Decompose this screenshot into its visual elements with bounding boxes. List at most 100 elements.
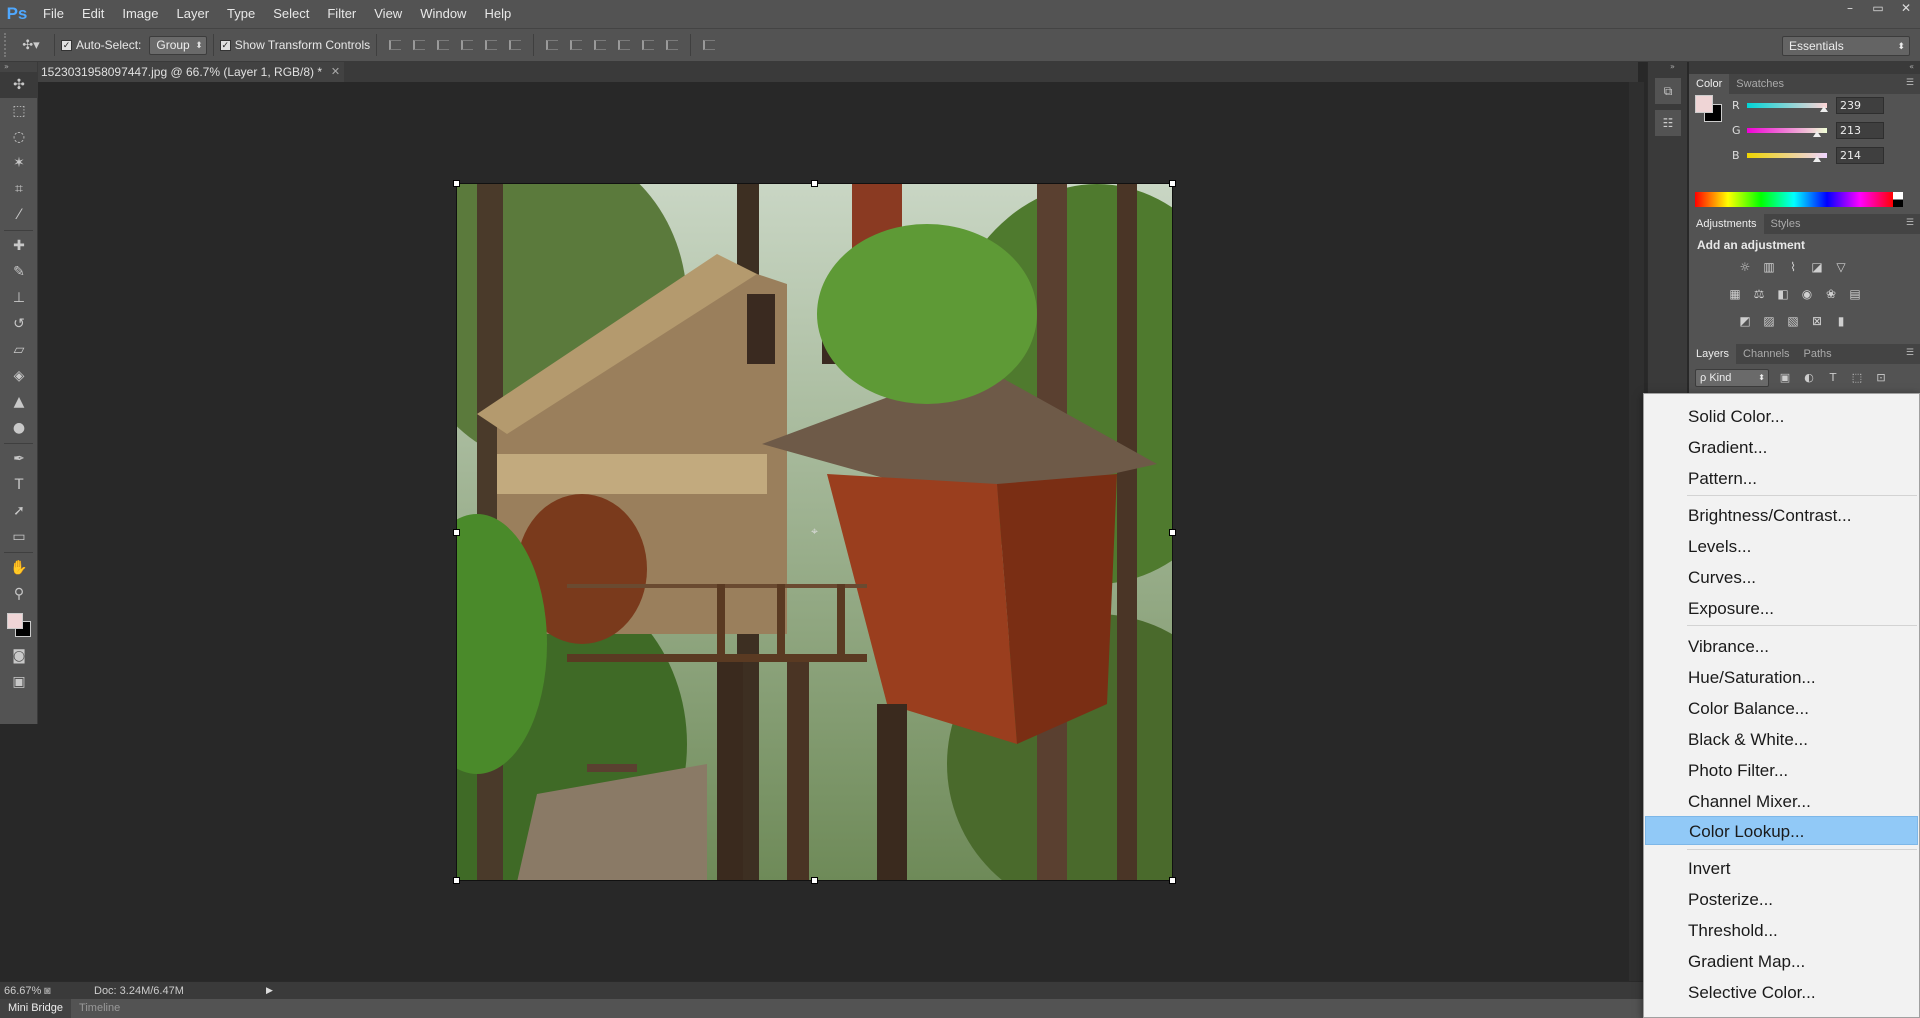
crop-tool-icon[interactable]: ⌗ bbox=[0, 176, 38, 202]
menu-vibrance[interactable]: Vibrance... bbox=[1645, 632, 1918, 661]
status-info-icon[interactable]: ◙ bbox=[44, 985, 60, 997]
align-top-icon[interactable] bbox=[386, 36, 404, 54]
threshold-icon[interactable]: ▧ bbox=[1784, 312, 1802, 330]
tab-paths[interactable]: Paths bbox=[1797, 344, 1839, 364]
brush-tool-icon[interactable]: ✎ bbox=[0, 259, 38, 285]
auto-select-option[interactable]: ✓ Auto-Select: bbox=[61, 38, 141, 52]
menu-type[interactable]: Type bbox=[218, 0, 264, 28]
panel-menu-icon[interactable]: ☰ bbox=[1906, 78, 1914, 88]
menu-color-balance[interactable]: Color Balance... bbox=[1645, 694, 1918, 723]
magic-wand-tool-icon[interactable]: ✶ bbox=[0, 150, 38, 176]
tab-swatches[interactable]: Swatches bbox=[1729, 74, 1791, 94]
document-close-icon[interactable]: ✕ bbox=[331, 62, 340, 82]
transform-handle[interactable] bbox=[1169, 529, 1176, 536]
red-slider-thumb[interactable] bbox=[1820, 106, 1828, 112]
red-slider[interactable] bbox=[1747, 103, 1827, 108]
menu-posterize[interactable]: Posterize... bbox=[1645, 885, 1918, 914]
menu-image[interactable]: Image bbox=[113, 0, 167, 28]
menu-select[interactable]: Select bbox=[264, 0, 318, 28]
menu-file[interactable]: File bbox=[34, 0, 73, 28]
menu-hue-saturation[interactable]: Hue/Saturation... bbox=[1645, 663, 1918, 692]
close-button[interactable]: ✕ bbox=[1892, 0, 1920, 18]
pen-tool-icon[interactable]: ✒ bbox=[0, 446, 38, 472]
green-slider-thumb[interactable] bbox=[1813, 131, 1821, 137]
auto-align-layers-icon[interactable] bbox=[700, 36, 718, 54]
transform-handle[interactable] bbox=[1169, 877, 1176, 884]
distribute-left-icon[interactable] bbox=[615, 36, 633, 54]
panel-menu-icon[interactable]: ☰ bbox=[1906, 218, 1914, 228]
menu-view[interactable]: View bbox=[365, 0, 411, 28]
options-grip[interactable] bbox=[4, 33, 14, 57]
channel-mixer-icon[interactable]: ❀ bbox=[1822, 285, 1840, 303]
color-swatches[interactable] bbox=[0, 607, 38, 643]
transform-handle[interactable] bbox=[453, 877, 460, 884]
invert-icon[interactable]: ◩ bbox=[1736, 312, 1754, 330]
distribute-vcenter-icon[interactable] bbox=[567, 36, 585, 54]
distribute-top-icon[interactable] bbox=[543, 36, 561, 54]
transform-handle[interactable] bbox=[453, 529, 460, 536]
properties-panel-icon[interactable]: ☷ bbox=[1655, 110, 1681, 136]
document-tab[interactable]: 1523031958097447.jpg @ 66.7% (Layer 1, R… bbox=[38, 62, 345, 82]
workspace-dropdown[interactable]: Essentials bbox=[1782, 36, 1910, 56]
menu-window[interactable]: Window bbox=[411, 0, 475, 28]
photo-filter-icon[interactable]: ◉ bbox=[1798, 285, 1816, 303]
red-value-field[interactable]: 239 bbox=[1836, 97, 1884, 114]
tools-panel-header[interactable]: » bbox=[0, 62, 37, 72]
tab-adjustments[interactable]: Adjustments bbox=[1689, 214, 1764, 234]
dodge-tool-icon[interactable]: ● bbox=[0, 415, 38, 441]
tab-styles[interactable]: Styles bbox=[1764, 214, 1808, 234]
path-selection-tool-icon[interactable]: ➚ bbox=[0, 498, 38, 524]
type-filter-icon[interactable]: T bbox=[1825, 370, 1841, 386]
transform-handle[interactable] bbox=[811, 877, 818, 884]
menu-photo-filter[interactable]: Photo Filter... bbox=[1645, 756, 1918, 785]
transform-controls-option[interactable]: ✓ Show Transform Controls bbox=[219, 38, 370, 52]
marquee-tool-icon[interactable]: ⬚ bbox=[0, 98, 38, 124]
transform-handle[interactable] bbox=[1169, 180, 1176, 187]
adjustment-filter-icon[interactable]: ◐ bbox=[1801, 370, 1817, 386]
menu-color-lookup[interactable]: Color Lookup... bbox=[1645, 816, 1918, 845]
menu-curves[interactable]: Curves... bbox=[1645, 563, 1918, 592]
rectangle-tool-icon[interactable]: ▭ bbox=[0, 524, 38, 550]
posterize-icon[interactable]: ▨ bbox=[1760, 312, 1778, 330]
menu-invert[interactable]: Invert bbox=[1645, 854, 1918, 883]
pixel-filter-icon[interactable]: ▣ bbox=[1777, 370, 1793, 386]
move-tool-preset-icon[interactable]: ✣▾ bbox=[14, 38, 48, 53]
menu-filter[interactable]: Filter bbox=[318, 0, 365, 28]
menu-channel-mixer[interactable]: Channel Mixer... bbox=[1645, 787, 1918, 816]
black-white-ramp[interactable] bbox=[1893, 192, 1903, 207]
auto-select-checkbox[interactable]: ✓ bbox=[61, 39, 72, 51]
minimize-button[interactable]: – bbox=[1836, 0, 1864, 18]
tab-channels[interactable]: Channels bbox=[1736, 344, 1796, 364]
panel-menu-icon[interactable]: ☰ bbox=[1906, 348, 1914, 358]
curves-icon[interactable]: ⌇ bbox=[1784, 258, 1802, 276]
screen-mode-icon[interactable]: ▣ bbox=[0, 669, 38, 695]
menu-threshold[interactable]: Threshold... bbox=[1645, 916, 1918, 945]
gradient-map-icon[interactable]: ▮ bbox=[1832, 312, 1850, 330]
blue-slider-thumb[interactable] bbox=[1813, 156, 1821, 162]
tab-color[interactable]: Color bbox=[1689, 74, 1730, 94]
menu-exposure[interactable]: Exposure... bbox=[1645, 594, 1918, 623]
menu-edit[interactable]: Edit bbox=[73, 0, 113, 28]
menu-selective-color[interactable]: Selective Color... bbox=[1645, 978, 1918, 1007]
move-tool-icon[interactable]: ✣ bbox=[0, 72, 38, 98]
vertical-scrollbar[interactable] bbox=[1629, 82, 1644, 982]
menu-brightness-contrast[interactable]: Brightness/Contrast... bbox=[1645, 501, 1918, 530]
color-balance-icon[interactable]: ⚖ bbox=[1750, 285, 1768, 303]
transform-center-icon[interactable]: ⌖ bbox=[808, 525, 821, 538]
clone-stamp-tool-icon[interactable]: ⊥ bbox=[0, 285, 38, 311]
menu-pattern[interactable]: Pattern... bbox=[1645, 464, 1918, 493]
quick-mask-icon[interactable]: ◙ bbox=[0, 643, 38, 669]
menu-black-white[interactable]: Black & White... bbox=[1645, 725, 1918, 754]
align-hcenter-icon[interactable] bbox=[482, 36, 500, 54]
distribute-bottom-icon[interactable] bbox=[591, 36, 609, 54]
align-vcenter-icon[interactable] bbox=[410, 36, 428, 54]
distribute-hcenter-icon[interactable] bbox=[639, 36, 657, 54]
restore-button[interactable]: ▭ bbox=[1864, 0, 1892, 18]
menu-solid-color[interactable]: Solid Color... bbox=[1645, 402, 1918, 431]
align-bottom-icon[interactable] bbox=[434, 36, 452, 54]
distribute-right-icon[interactable] bbox=[663, 36, 681, 54]
history-brush-tool-icon[interactable]: ↺ bbox=[0, 311, 38, 337]
kind-filter-dropdown[interactable]: ρ Kind bbox=[1695, 369, 1769, 387]
hand-tool-icon[interactable]: ✋ bbox=[0, 555, 38, 581]
exposure-icon[interactable]: ◪ bbox=[1808, 258, 1826, 276]
